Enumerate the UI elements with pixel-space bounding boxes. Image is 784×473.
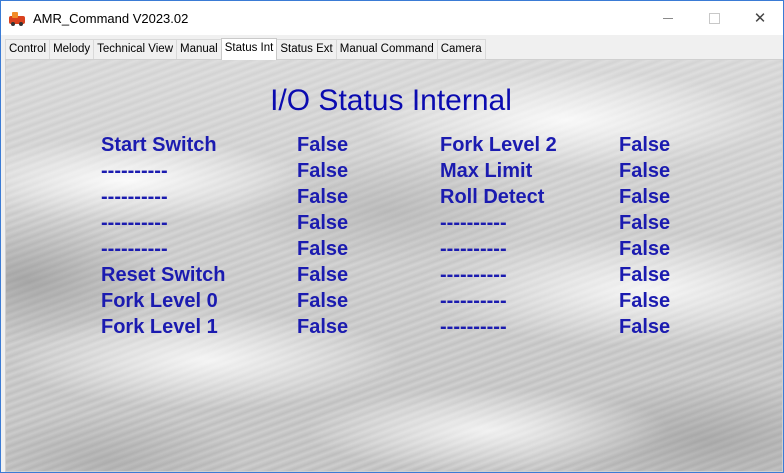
tab-control[interactable]: Control <box>5 39 51 59</box>
close-button[interactable]: ✕ <box>737 1 783 35</box>
io-value: False <box>619 212 671 234</box>
tab-manual-command[interactable]: Manual Command <box>335 39 438 59</box>
io-label: Start Switch <box>101 134 217 156</box>
io-label: ---------- <box>440 212 507 234</box>
io-label: ---------- <box>440 316 507 338</box>
io-label: Reset Switch <box>101 264 226 286</box>
io-value: False <box>619 186 671 208</box>
io-value: False <box>297 186 349 208</box>
tab-technical-view[interactable]: Technical View <box>93 39 178 59</box>
io-value: False <box>297 212 349 234</box>
io-label: Fork Level 0 <box>101 290 218 312</box>
io-value: False <box>297 134 349 156</box>
io-label: ---------- <box>440 238 507 260</box>
title-bar[interactable]: AMR_Command V2023.02 ✕ <box>1 1 783 35</box>
truck-icon <box>9 10 25 26</box>
io-value: False <box>297 264 349 286</box>
io-value: False <box>619 134 671 156</box>
io-value: False <box>297 160 349 182</box>
tab-status-int[interactable]: Status Int <box>220 38 278 60</box>
window-title: AMR_Command V2023.02 <box>33 10 189 26</box>
page-title: I/O Status Internal <box>270 84 512 117</box>
io-label: Roll Detect <box>440 186 545 208</box>
io-label: ---------- <box>440 290 507 312</box>
tab-manual[interactable]: Manual <box>176 39 222 59</box>
maximize-button[interactable] <box>691 1 737 35</box>
io-label: Fork Level 1 <box>101 316 218 338</box>
io-value: False <box>297 290 349 312</box>
io-value: False <box>297 238 349 260</box>
tab-camera[interactable]: Camera <box>436 39 486 59</box>
minimize-button[interactable] <box>645 1 691 35</box>
io-label: ---------- <box>101 186 168 208</box>
io-label: ---------- <box>440 264 507 286</box>
io-value: False <box>297 316 349 338</box>
io-label: ---------- <box>101 212 168 234</box>
tab-melody[interactable]: Melody <box>49 39 95 59</box>
io-label: Fork Level 2 <box>440 134 557 156</box>
io-value: False <box>619 238 671 260</box>
io-value: False <box>619 264 671 286</box>
app-window: AMR_Command V2023.02 ✕ Control Melody Te… <box>0 0 784 473</box>
status-panel: I/O Status Internal Start Switch -------… <box>5 59 783 472</box>
tab-status-ext[interactable]: Status Ext <box>276 39 337 59</box>
io-label: ---------- <box>101 238 168 260</box>
io-label: ---------- <box>101 160 168 182</box>
tab-bar: Control Melody Technical View Manual Sta… <box>5 38 486 60</box>
io-value: False <box>619 290 671 312</box>
io-value: False <box>619 160 671 182</box>
io-value: False <box>619 316 671 338</box>
io-label: Max Limit <box>440 160 533 182</box>
